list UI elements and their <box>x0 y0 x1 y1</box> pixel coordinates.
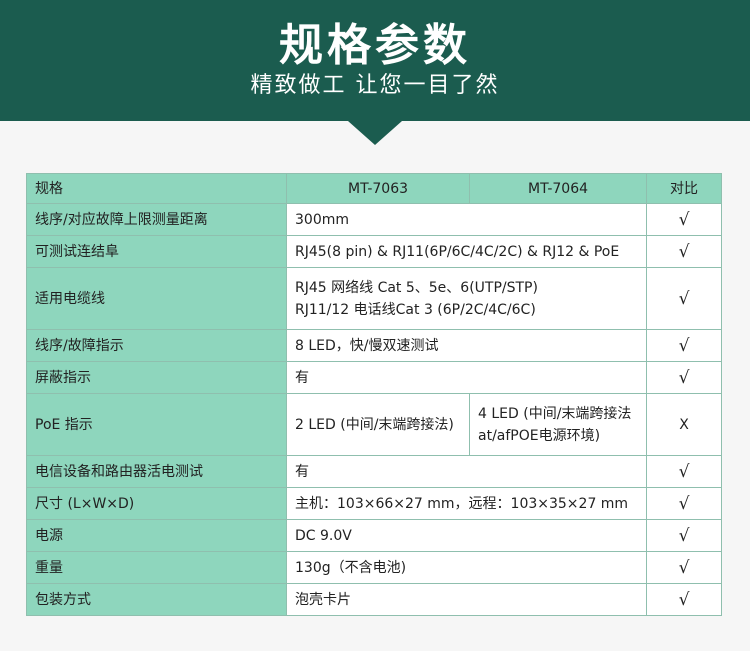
table-row: 重量 130g（不含电池) √ <box>26 551 722 584</box>
column-header-compare: 对比 <box>646 173 722 204</box>
row-value-mt7063: 2 LED (中间/末端跨接法) <box>286 393 470 456</box>
row-value: RJ45(8 pin) & RJ11(6P/6C/4C/2C) & RJ12 &… <box>286 235 647 268</box>
row-value: 130g（不含电池) <box>286 551 647 584</box>
page-title: 规格参数 <box>279 20 471 71</box>
row-label: 可测试连结阜 <box>26 235 287 268</box>
column-header-mt7063: MT-7063 <box>286 173 470 204</box>
row-label: 重量 <box>26 551 287 584</box>
row-value: 300mm <box>286 203 647 236</box>
table-row: 电源 DC 9.0V √ <box>26 519 722 552</box>
row-value-line: RJ45 网络线 Cat 5、5e、6(UTP/STP) <box>295 279 538 296</box>
table-header-row: 规格 MT-7063 MT-7064 对比 <box>26 173 722 204</box>
check-mark: √ <box>646 551 722 584</box>
row-label: 线序/对应故障上限测量距离 <box>26 203 287 236</box>
table-row: 适用电缆线 RJ45 网络线 Cat 5、5e、6(UTP/STP) RJ11/… <box>26 267 722 330</box>
row-value: 8 LED，快/慢双速测试 <box>286 329 647 362</box>
row-label: 包装方式 <box>26 583 287 616</box>
table-row: 尺寸 (L×W×D) 主机：103×66×27 mm，远程：103×35×27 … <box>26 487 722 520</box>
row-label: 屏蔽指示 <box>26 361 287 394</box>
row-value-line: at/afPOE电源环境) <box>478 427 601 444</box>
row-label: 尺寸 (L×W×D) <box>26 487 287 520</box>
row-value: 主机：103×66×27 mm，远程：103×35×27 mm <box>286 487 647 520</box>
row-value-mt7064: 4 LED (中间/末端跨接法 at/afPOE电源环境) <box>469 393 647 456</box>
row-value: 有 <box>286 455 647 488</box>
page-subtitle: 精致做工 让您一目了然 <box>250 73 500 98</box>
check-mark: √ <box>646 329 722 362</box>
table-row: 可测试连结阜 RJ45(8 pin) & RJ11(6P/6C/4C/2C) &… <box>26 235 722 268</box>
row-label: 电信设备和路由器活电测试 <box>26 455 287 488</box>
row-label: 电源 <box>26 519 287 552</box>
column-header-mt7064: MT-7064 <box>469 173 647 204</box>
spec-table: 规格 MT-7063 MT-7064 对比 线序/对应故障上限测量距离 300m… <box>26 173 722 616</box>
check-mark: √ <box>646 203 722 236</box>
row-value: RJ45 网络线 Cat 5、5e、6(UTP/STP) RJ11/12 电话线… <box>286 267 647 330</box>
row-value: 泡壳卡片 <box>286 583 647 616</box>
column-header-spec: 规格 <box>26 173 287 204</box>
row-value-line: RJ11/12 电话线Cat 3 (6P/2C/4C/6C) <box>295 301 536 318</box>
check-mark: √ <box>646 235 722 268</box>
check-mark: √ <box>646 267 722 330</box>
check-mark: √ <box>646 361 722 394</box>
table-row: 包装方式 泡壳卡片 √ <box>26 583 722 616</box>
check-mark: √ <box>646 455 722 488</box>
check-mark: √ <box>646 487 722 520</box>
row-value: 有 <box>286 361 647 394</box>
row-label: 线序/故障指示 <box>26 329 287 362</box>
row-value-line: 4 LED (中间/末端跨接法 <box>478 405 632 422</box>
row-value: DC 9.0V <box>286 519 647 552</box>
check-mark: √ <box>646 583 722 616</box>
table-row: 线序/对应故障上限测量距离 300mm √ <box>26 203 722 236</box>
row-label: 适用电缆线 <box>26 267 287 330</box>
table-row: 屏蔽指示 有 √ <box>26 361 722 394</box>
check-mark: √ <box>646 519 722 552</box>
banner-pointer <box>348 121 402 145</box>
x-mark: X <box>646 393 722 456</box>
row-label: PoE 指示 <box>26 393 287 456</box>
table-row: 线序/故障指示 8 LED，快/慢双速测试 √ <box>26 329 722 362</box>
table-row: PoE 指示 2 LED (中间/末端跨接法) 4 LED (中间/末端跨接法 … <box>26 393 722 456</box>
table-row: 电信设备和路由器活电测试 有 √ <box>26 455 722 488</box>
header-banner: 规格参数 精致做工 让您一目了然 <box>0 0 750 121</box>
